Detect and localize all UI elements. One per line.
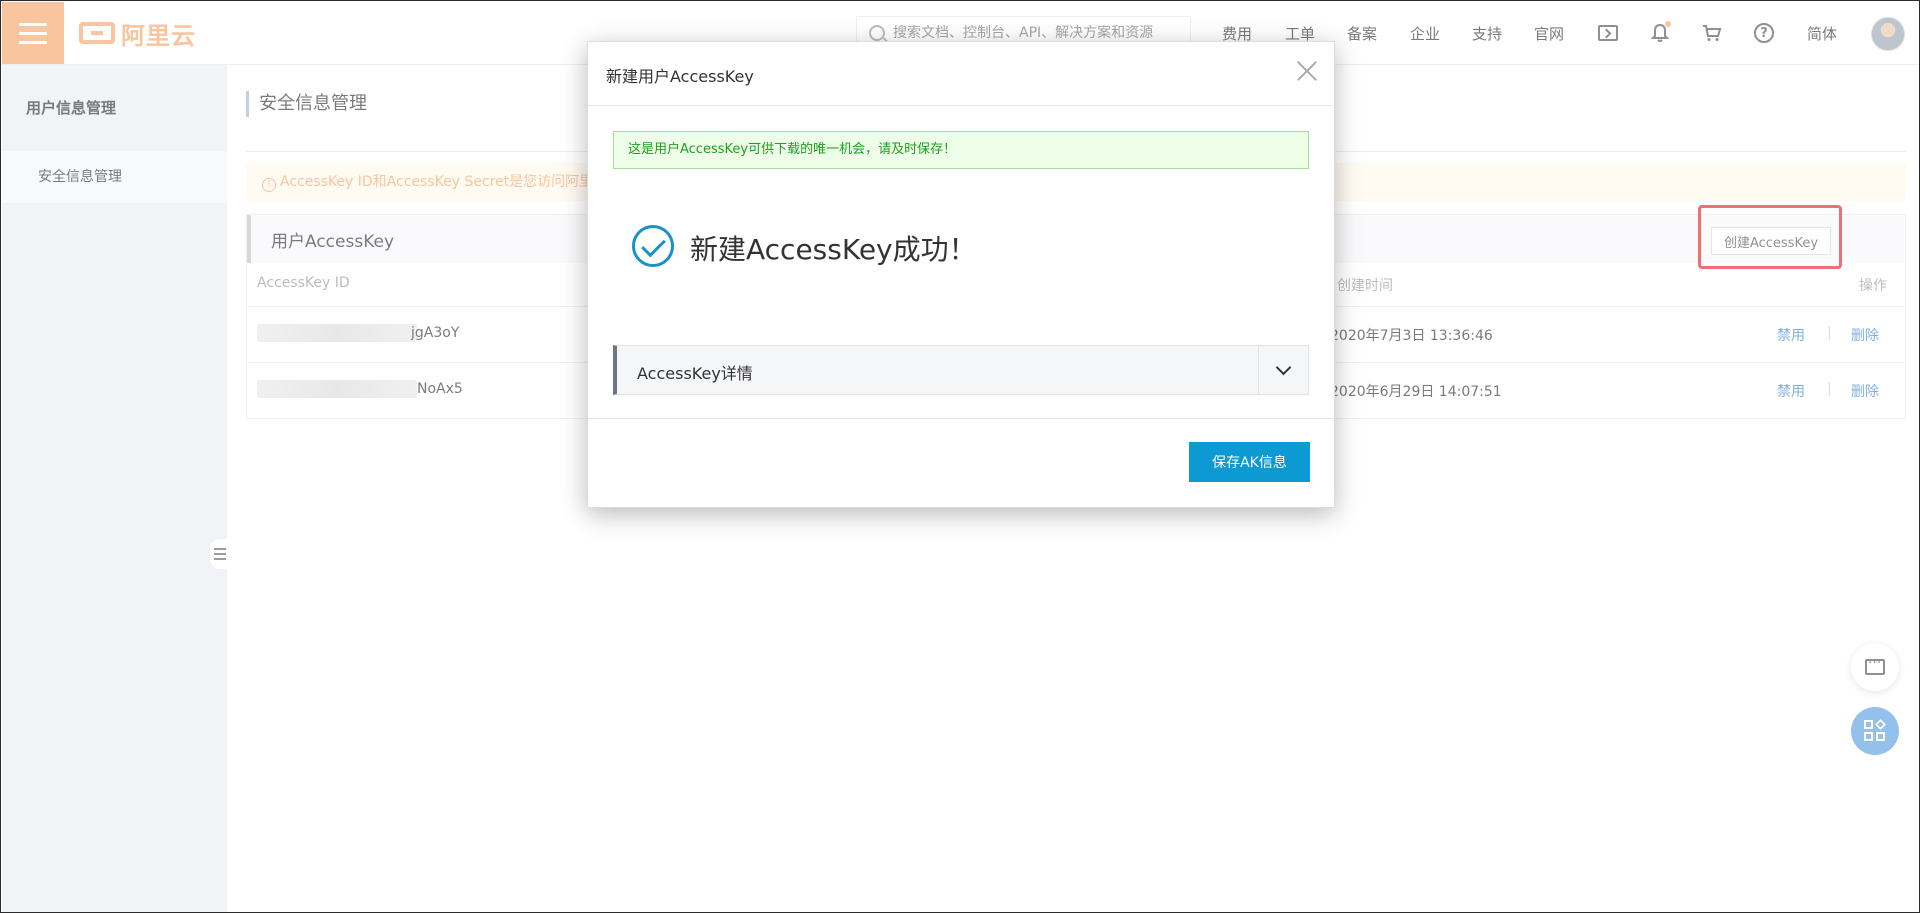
- save-ak-button[interactable]: 保存AK信息: [1189, 442, 1310, 482]
- download-notice: 这是用户AccessKey可供下载的唯一机会，请及时保存！: [613, 131, 1309, 169]
- accesskey-detail-panel[interactable]: AccessKey详情: [613, 345, 1309, 395]
- detail-label: AccessKey详情: [637, 364, 753, 383]
- app-window: 阿里云 费用 工单 备案 企业 支持 官网 ? 简体 用户信息管理 安全信息管理…: [0, 0, 1920, 913]
- dialog-title: 新建用户AccessKey: [606, 67, 754, 86]
- success-check-icon: [632, 225, 674, 267]
- chevron-down-icon[interactable]: [1258, 346, 1308, 394]
- dialog-header: 新建用户AccessKey: [588, 42, 1334, 106]
- create-accesskey-dialog: 新建用户AccessKey 这是用户AccessKey可供下载的唯一机会，请及时…: [587, 41, 1335, 508]
- divider: [588, 418, 1334, 419]
- success-message: 新建AccessKey成功！: [690, 233, 977, 266]
- close-icon[interactable]: [1294, 58, 1320, 84]
